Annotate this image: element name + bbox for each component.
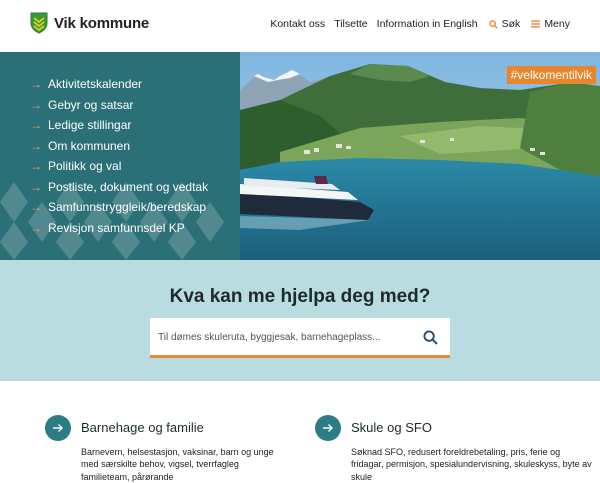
arrow-right-icon: → xyxy=(30,97,42,112)
quick-link-label: Postliste, dokument og vedtak xyxy=(48,179,209,194)
quick-link[interactable]: → Politikk og val xyxy=(30,156,208,177)
site-logo[interactable]: Vik kommune xyxy=(30,12,149,34)
nav-search-label: Søk xyxy=(501,18,521,30)
quick-link-label: Gebyr og satsar xyxy=(48,97,134,112)
coat-of-arms-icon xyxy=(30,12,48,34)
category-title[interactable]: Skule og SFO xyxy=(351,420,432,435)
search-input[interactable] xyxy=(158,327,416,347)
search-box xyxy=(150,318,450,358)
category-title[interactable]: Barnehage og familie xyxy=(81,420,204,435)
nav-english-link[interactable]: Information in English xyxy=(377,18,478,30)
nav-menu-label: Meny xyxy=(544,18,570,30)
search-icon xyxy=(488,19,498,29)
nav-menu-button[interactable]: Meny xyxy=(531,18,570,30)
quick-links-panel: → Aktivitetskalender → Gebyr og satsar → Le… xyxy=(0,52,240,260)
quick-link-label: Om kommunen xyxy=(48,138,131,153)
quick-links-list: → Aktivitetskalender → Gebyr og satsar → Le… xyxy=(30,74,208,238)
category-description: Søknad SFO, redusert foreldrebetaling, p… xyxy=(351,447,592,482)
category-arrow-button[interactable] xyxy=(315,415,341,441)
quick-link-label: Samfunnstryggleik/beredskap xyxy=(48,200,207,215)
arrow-right-icon: → xyxy=(30,77,42,92)
quick-link-label: Ledige stillingar xyxy=(48,118,132,133)
arrow-right-icon: → xyxy=(30,179,42,194)
logo-text: Vik kommune xyxy=(54,14,150,32)
quick-link[interactable]: → Samfunnstryggleik/beredskap xyxy=(30,197,208,218)
nav-contact-link[interactable]: Kontakt oss xyxy=(270,18,325,30)
quick-link-label: Politikk og val xyxy=(48,159,122,174)
quick-link[interactable]: → Om kommunen xyxy=(30,136,208,157)
quick-link[interactable]: → Gebyr og satsar xyxy=(30,95,208,116)
search-heading: Kva kan me hjelpa deg med? xyxy=(169,286,431,307)
quick-link[interactable]: → Ledige stillingar xyxy=(30,115,208,136)
site-header: Vik kommune Kontakt oss Tilsette Informa… xyxy=(0,0,600,52)
arrow-right-icon: → xyxy=(30,159,42,174)
arrow-right-icon: → xyxy=(30,220,42,235)
arrow-right-icon xyxy=(323,424,333,432)
hamburger-icon xyxy=(531,20,541,28)
category-description: Barnevern, helsestasjon, vaksinar, barn … xyxy=(81,447,274,482)
arrow-right-icon: → xyxy=(30,200,42,215)
hero-section: → Aktivitetskalender → Gebyr og satsar → Le… xyxy=(0,52,600,260)
arrow-right-icon xyxy=(53,424,63,432)
quick-link-label: Aktivitetskalender xyxy=(48,77,143,92)
arrow-right-icon: → xyxy=(30,138,42,153)
search-submit-button[interactable] xyxy=(420,327,440,347)
quick-link-label: Revisjon samfunnsdel KP xyxy=(48,220,185,235)
quick-link[interactable]: → Postliste, dokument og vedtak xyxy=(30,177,208,198)
quick-link[interactable]: → Revisjon samfunnsdel KP xyxy=(30,218,208,239)
search-icon xyxy=(422,329,438,345)
search-section: Kva kan me hjelpa deg med? xyxy=(0,260,600,381)
hashtag-badge: #velkomentilvik xyxy=(506,66,596,84)
top-navigation: Kontakt oss Tilsette Information in Engl… xyxy=(270,18,570,30)
arrow-right-icon: → xyxy=(30,118,42,133)
hero-image: #velkomentilvik xyxy=(240,52,600,260)
nav-tilsette-link[interactable]: Tilsette xyxy=(334,18,367,30)
nav-search-button[interactable]: Søk xyxy=(488,18,521,30)
category-arrow-button[interactable] xyxy=(45,415,71,441)
quick-link[interactable]: → Aktivitetskalender xyxy=(30,74,208,95)
